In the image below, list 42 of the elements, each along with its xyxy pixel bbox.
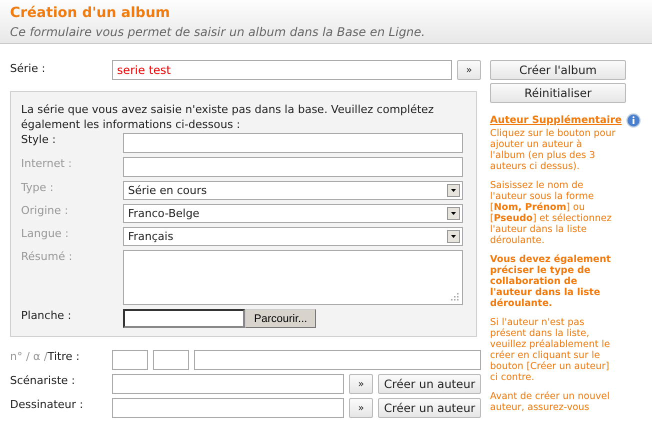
browse-button[interactable]: Parcourir... bbox=[245, 309, 316, 328]
field-label: Résumé : bbox=[21, 250, 74, 264]
create-author-button[interactable]: Créer un auteur bbox=[378, 398, 482, 418]
field-label: n° / α / bbox=[10, 350, 48, 363]
help-text: Saisissez le nom de l'auteur sous la forme [Nom, Prénom] ou [Pseudo] et sélectionnez l'auteur dans la liste déroulante. bbox=[490, 180, 613, 246]
dropdown[interactable]: Français bbox=[123, 227, 463, 246]
field-label: Origine : bbox=[21, 204, 70, 218]
page-title: Création d'un album bbox=[10, 4, 172, 23]
search-button[interactable]: » bbox=[349, 374, 373, 394]
help-text: Cliquez sur le bouton pour ajouter un auteur à l'album (en plus des 3 auteurs ci dessus). bbox=[490, 128, 616, 172]
alpha-field[interactable] bbox=[153, 350, 189, 370]
input-field[interactable] bbox=[123, 133, 463, 153]
action-button[interactable]: Créer l'album bbox=[490, 60, 626, 80]
author-field[interactable] bbox=[112, 398, 344, 418]
field-label: Style : bbox=[21, 133, 57, 147]
search-button[interactable]: » bbox=[457, 60, 481, 80]
author-field[interactable] bbox=[112, 374, 344, 394]
input-field[interactable] bbox=[123, 157, 463, 177]
field-label: Type : bbox=[21, 181, 54, 195]
field-label: Scénariste : bbox=[10, 374, 76, 388]
title-field[interactable] bbox=[194, 350, 481, 370]
help-text: Vous devez également préciser le type de collaboration de l'auteur dans la liste déroulante. bbox=[490, 254, 612, 309]
help-text: Si l'auteur n'est pas présent dans la liste, veuillez préalablement le créer en cliquant sur le bouton [Créer un auteur] ci contre. bbox=[490, 317, 611, 383]
create-author-button[interactable]: Créer un auteur bbox=[378, 374, 482, 394]
info-message: La série que vous avez saisie n'existe pas dans la base. Veuillez complétez également les informations ci-dessous : bbox=[21, 102, 435, 132]
action-button[interactable]: Réinitialiser bbox=[490, 83, 626, 103]
info-icon bbox=[626, 113, 641, 128]
series-field[interactable]: serie test bbox=[112, 60, 452, 80]
dropdown[interactable]: Série en cours bbox=[123, 181, 463, 200]
field-label: Planche : bbox=[21, 309, 72, 323]
field-label: Titre : bbox=[48, 350, 80, 363]
field-label: Internet : bbox=[21, 157, 73, 171]
resize-grip-icon bbox=[451, 293, 459, 301]
field-label: Langue : bbox=[21, 227, 70, 241]
number-field[interactable] bbox=[112, 350, 148, 370]
search-button[interactable]: » bbox=[349, 398, 373, 418]
field-label: Série : bbox=[10, 61, 46, 76]
file-field[interactable] bbox=[123, 309, 245, 328]
field-label: Dessinateur : bbox=[10, 398, 84, 412]
dropdown[interactable]: Franco-Belge bbox=[123, 204, 463, 223]
help-text: Avant de créer un nouvel auteur, assurez-vous bbox=[490, 391, 611, 413]
page-subtitle: Ce formulaire vous permet de saisir un album dans la Base en Ligne. bbox=[10, 24, 426, 41]
